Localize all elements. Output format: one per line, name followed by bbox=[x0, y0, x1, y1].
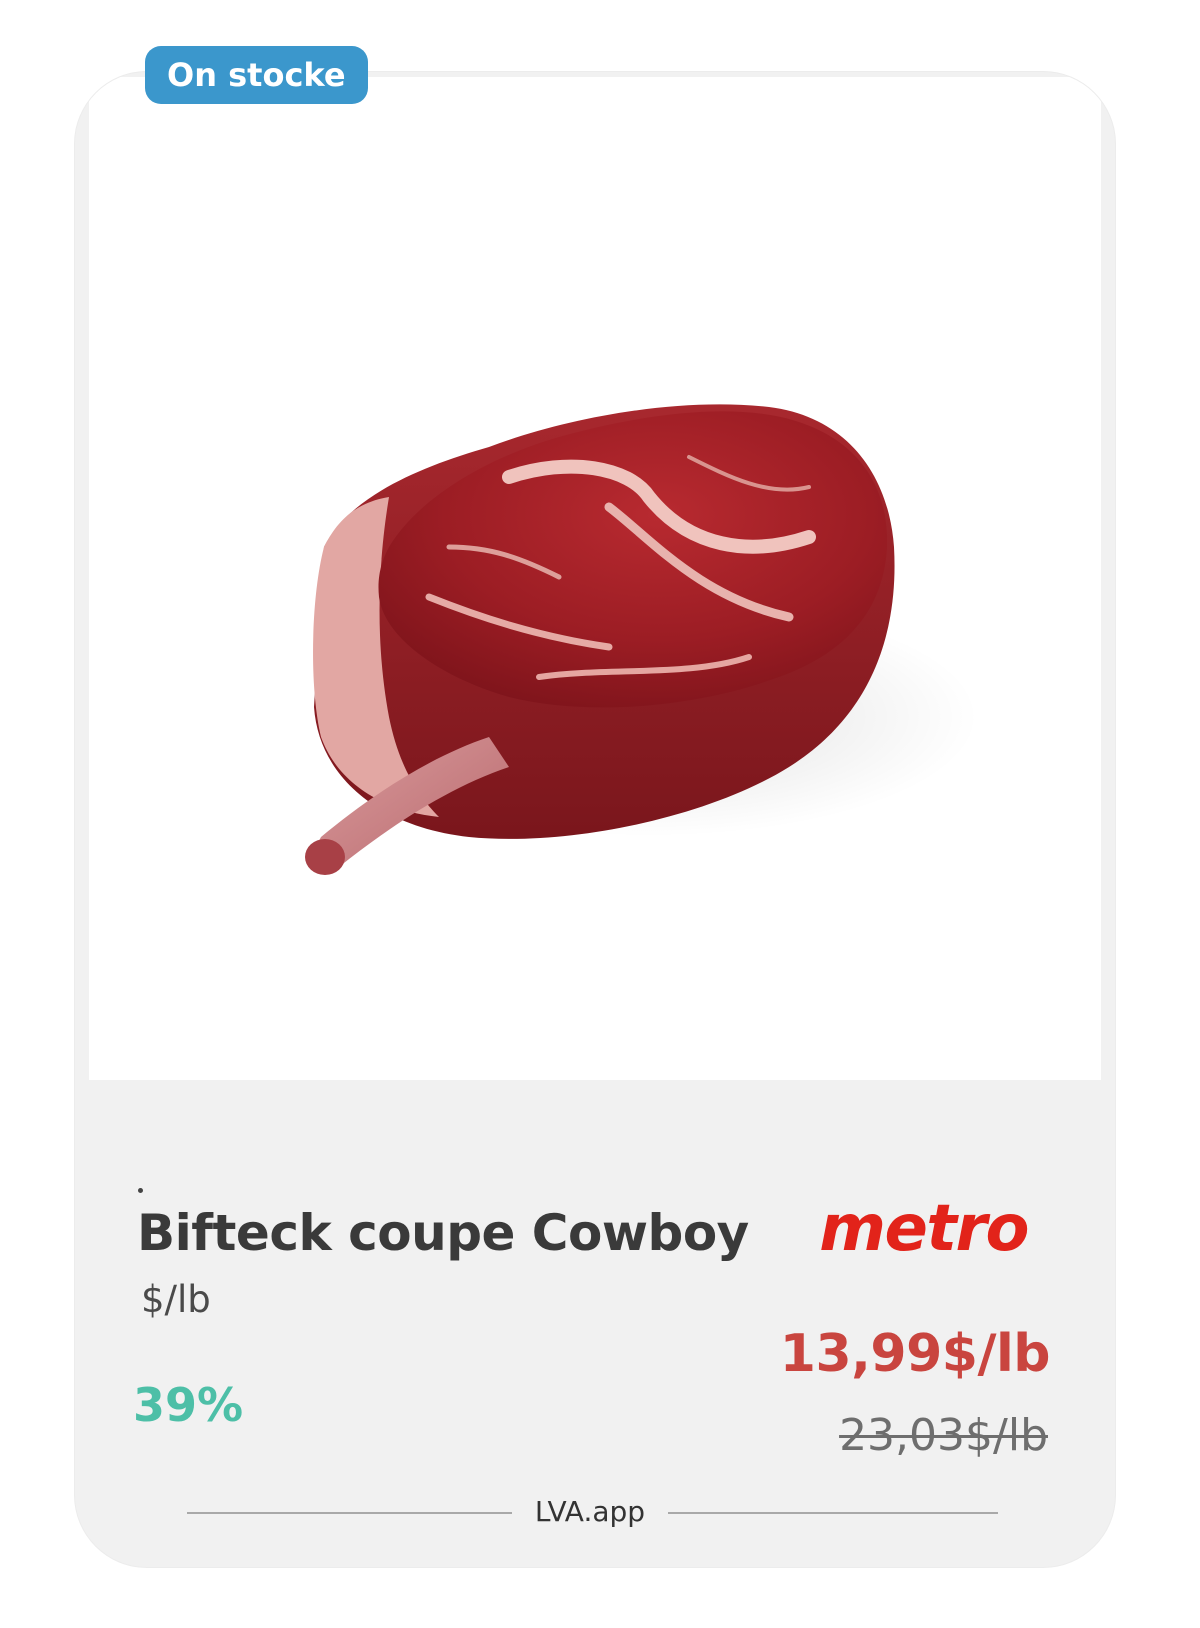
discount-percentage: 39% bbox=[133, 1378, 244, 1432]
original-price: 23,03$/lb bbox=[839, 1410, 1048, 1461]
footer-divider-left bbox=[187, 1512, 512, 1514]
product-image-area bbox=[89, 77, 1101, 1080]
product-unit: $/lb bbox=[141, 1278, 211, 1321]
product-image bbox=[305, 404, 979, 875]
stock-status-badge: On stocke bbox=[145, 46, 368, 104]
separator-dot bbox=[138, 1188, 143, 1193]
product-title: Bifteck coupe Cowboy bbox=[137, 1204, 749, 1262]
footer-brand-link[interactable]: LVA.app bbox=[512, 1495, 668, 1528]
footer-divider-right bbox=[668, 1512, 998, 1514]
sale-price: 13,99$/lb bbox=[779, 1324, 1051, 1384]
store-logo: metro bbox=[819, 1192, 1029, 1266]
